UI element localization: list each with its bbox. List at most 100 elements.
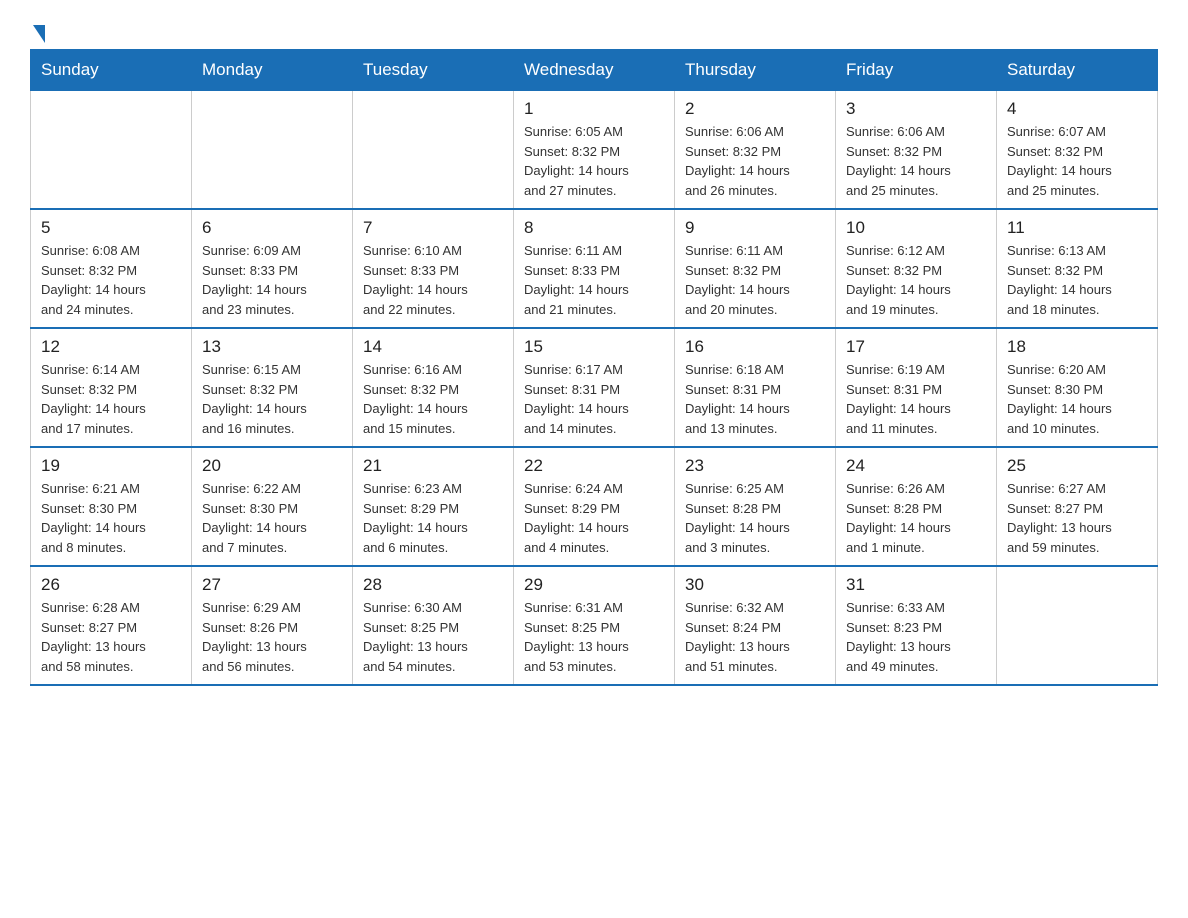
calendar-cell: 28 Sunrise: 6:30 AM Sunset: 8:25 PM Dayli… — [353, 566, 514, 685]
day-info: Sunrise: 6:21 AM Sunset: 8:30 PM Dayligh… — [41, 479, 181, 557]
day-info: Sunrise: 6:15 AM Sunset: 8:32 PM Dayligh… — [202, 360, 342, 438]
calendar-cell: 23 Sunrise: 6:25 AM Sunset: 8:28 PM Dayli… — [675, 447, 836, 566]
day-number: 1 — [524, 99, 664, 119]
day-info: Sunrise: 6:33 AM Sunset: 8:23 PM Dayligh… — [846, 598, 986, 676]
day-info: Sunrise: 6:25 AM Sunset: 8:28 PM Dayligh… — [685, 479, 825, 557]
day-number: 25 — [1007, 456, 1147, 476]
calendar-cell: 10 Sunrise: 6:12 AM Sunset: 8:32 PM Dayli… — [836, 209, 997, 328]
day-info: Sunrise: 6:29 AM Sunset: 8:26 PM Dayligh… — [202, 598, 342, 676]
calendar-cell — [192, 91, 353, 210]
day-number: 29 — [524, 575, 664, 595]
day-number: 23 — [685, 456, 825, 476]
day-info: Sunrise: 6:09 AM Sunset: 8:33 PM Dayligh… — [202, 241, 342, 319]
calendar-cell: 26 Sunrise: 6:28 AM Sunset: 8:27 PM Dayli… — [31, 566, 192, 685]
day-info: Sunrise: 6:12 AM Sunset: 8:32 PM Dayligh… — [846, 241, 986, 319]
calendar-cell: 16Sunrise: 6:18 AM Sunset: 8:31 PM Dayli… — [675, 328, 836, 447]
calendar-cell: 9 Sunrise: 6:11 AM Sunset: 8:32 PM Daylig… — [675, 209, 836, 328]
calendar-cell: 3Sunrise: 6:06 AM Sunset: 8:32 PM Daylig… — [836, 91, 997, 210]
calendar-week-row: 12 Sunrise: 6:14 AM Sunset: 8:32 PM Dayli… — [31, 328, 1158, 447]
day-info: Sunrise: 6:11 AM Sunset: 8:33 PM Dayligh… — [524, 241, 664, 319]
day-info: Sunrise: 6:16 AM Sunset: 8:32 PM Dayligh… — [363, 360, 503, 438]
calendar-week-row: 19 Sunrise: 6:21 AM Sunset: 8:30 PM Dayli… — [31, 447, 1158, 566]
day-info: Sunrise: 6:26 AM Sunset: 8:28 PM Dayligh… — [846, 479, 986, 557]
day-number: 15 — [524, 337, 664, 357]
weekday-header-monday: Monday — [192, 50, 353, 91]
day-number: 4 — [1007, 99, 1147, 119]
day-info: Sunrise: 6:30 AM Sunset: 8:25 PM Dayligh… — [363, 598, 503, 676]
day-info: Sunrise: 6:05 AM Sunset: 8:32 PM Dayligh… — [524, 122, 664, 200]
calendar-cell: 21 Sunrise: 6:23 AM Sunset: 8:29 PM Dayli… — [353, 447, 514, 566]
day-number: 22 — [524, 456, 664, 476]
day-info: Sunrise: 6:11 AM Sunset: 8:32 PM Dayligh… — [685, 241, 825, 319]
calendar-cell: 11 Sunrise: 6:13 AM Sunset: 8:32 PM Dayli… — [997, 209, 1158, 328]
day-number: 2 — [685, 99, 825, 119]
calendar-cell: 13 Sunrise: 6:15 AM Sunset: 8:32 PM Dayli… — [192, 328, 353, 447]
page-header — [30, 20, 1158, 39]
day-info: Sunrise: 6:28 AM Sunset: 8:27 PM Dayligh… — [41, 598, 181, 676]
day-number: 12 — [41, 337, 181, 357]
logo — [30, 20, 45, 39]
calendar-cell — [31, 91, 192, 210]
weekday-header-sunday: Sunday — [31, 50, 192, 91]
day-info: Sunrise: 6:08 AM Sunset: 8:32 PM Dayligh… — [41, 241, 181, 319]
day-number: 31 — [846, 575, 986, 595]
day-number: 9 — [685, 218, 825, 238]
day-number: 19 — [41, 456, 181, 476]
day-number: 8 — [524, 218, 664, 238]
day-number: 10 — [846, 218, 986, 238]
day-number: 13 — [202, 337, 342, 357]
calendar-cell: 6 Sunrise: 6:09 AM Sunset: 8:33 PM Daylig… — [192, 209, 353, 328]
calendar-cell: 2Sunrise: 6:06 AM Sunset: 8:32 PM Daylig… — [675, 91, 836, 210]
calendar-cell: 5Sunrise: 6:08 AM Sunset: 8:32 PM Daylig… — [31, 209, 192, 328]
calendar-cell: 24Sunrise: 6:26 AM Sunset: 8:28 PM Dayli… — [836, 447, 997, 566]
calendar-cell: 8 Sunrise: 6:11 AM Sunset: 8:33 PM Daylig… — [514, 209, 675, 328]
day-number: 18 — [1007, 337, 1147, 357]
day-number: 26 — [41, 575, 181, 595]
calendar-cell: 12 Sunrise: 6:14 AM Sunset: 8:32 PM Dayli… — [31, 328, 192, 447]
calendar-cell: 1 Sunrise: 6:05 AM Sunset: 8:32 PM Daylig… — [514, 91, 675, 210]
day-number: 20 — [202, 456, 342, 476]
calendar-cell: 4Sunrise: 6:07 AM Sunset: 8:32 PM Daylig… — [997, 91, 1158, 210]
day-number: 28 — [363, 575, 503, 595]
calendar-week-row: 26 Sunrise: 6:28 AM Sunset: 8:27 PM Dayli… — [31, 566, 1158, 685]
calendar-cell: 18 Sunrise: 6:20 AM Sunset: 8:30 PM Dayli… — [997, 328, 1158, 447]
calendar-cell: 15 Sunrise: 6:17 AM Sunset: 8:31 PM Dayli… — [514, 328, 675, 447]
day-number: 16 — [685, 337, 825, 357]
calendar-cell: 31 Sunrise: 6:33 AM Sunset: 8:23 PM Dayli… — [836, 566, 997, 685]
calendar-cell: 30Sunrise: 6:32 AM Sunset: 8:24 PM Dayli… — [675, 566, 836, 685]
calendar-week-row: 5Sunrise: 6:08 AM Sunset: 8:32 PM Daylig… — [31, 209, 1158, 328]
day-info: Sunrise: 6:32 AM Sunset: 8:24 PM Dayligh… — [685, 598, 825, 676]
calendar-cell: 27 Sunrise: 6:29 AM Sunset: 8:26 PM Dayli… — [192, 566, 353, 685]
calendar-table: SundayMondayTuesdayWednesdayThursdayFrid… — [30, 49, 1158, 686]
day-info: Sunrise: 6:24 AM Sunset: 8:29 PM Dayligh… — [524, 479, 664, 557]
weekday-header-row: SundayMondayTuesdayWednesdayThursdayFrid… — [31, 50, 1158, 91]
day-info: Sunrise: 6:10 AM Sunset: 8:33 PM Dayligh… — [363, 241, 503, 319]
day-number: 27 — [202, 575, 342, 595]
calendar-cell: 29Sunrise: 6:31 AM Sunset: 8:25 PM Dayli… — [514, 566, 675, 685]
calendar-cell: 7 Sunrise: 6:10 AM Sunset: 8:33 PM Daylig… — [353, 209, 514, 328]
calendar-cell: 20Sunrise: 6:22 AM Sunset: 8:30 PM Dayli… — [192, 447, 353, 566]
day-number: 7 — [363, 218, 503, 238]
weekday-header-tuesday: Tuesday — [353, 50, 514, 91]
day-info: Sunrise: 6:23 AM Sunset: 8:29 PM Dayligh… — [363, 479, 503, 557]
day-number: 11 — [1007, 218, 1147, 238]
day-info: Sunrise: 6:20 AM Sunset: 8:30 PM Dayligh… — [1007, 360, 1147, 438]
calendar-cell: 22 Sunrise: 6:24 AM Sunset: 8:29 PM Dayli… — [514, 447, 675, 566]
day-info: Sunrise: 6:14 AM Sunset: 8:32 PM Dayligh… — [41, 360, 181, 438]
day-info: Sunrise: 6:27 AM Sunset: 8:27 PM Dayligh… — [1007, 479, 1147, 557]
day-number: 17 — [846, 337, 986, 357]
day-info: Sunrise: 6:19 AM Sunset: 8:31 PM Dayligh… — [846, 360, 986, 438]
calendar-cell: 19 Sunrise: 6:21 AM Sunset: 8:30 PM Dayli… — [31, 447, 192, 566]
day-info: Sunrise: 6:17 AM Sunset: 8:31 PM Dayligh… — [524, 360, 664, 438]
calendar-week-row: 1 Sunrise: 6:05 AM Sunset: 8:32 PM Daylig… — [31, 91, 1158, 210]
weekday-header-wednesday: Wednesday — [514, 50, 675, 91]
calendar-cell — [353, 91, 514, 210]
weekday-header-friday: Friday — [836, 50, 997, 91]
weekday-header-saturday: Saturday — [997, 50, 1158, 91]
day-number: 14 — [363, 337, 503, 357]
day-info: Sunrise: 6:13 AM Sunset: 8:32 PM Dayligh… — [1007, 241, 1147, 319]
day-number: 6 — [202, 218, 342, 238]
calendar-cell: 14 Sunrise: 6:16 AM Sunset: 8:32 PM Dayli… — [353, 328, 514, 447]
day-number: 21 — [363, 456, 503, 476]
logo-arrow-icon — [33, 25, 45, 43]
